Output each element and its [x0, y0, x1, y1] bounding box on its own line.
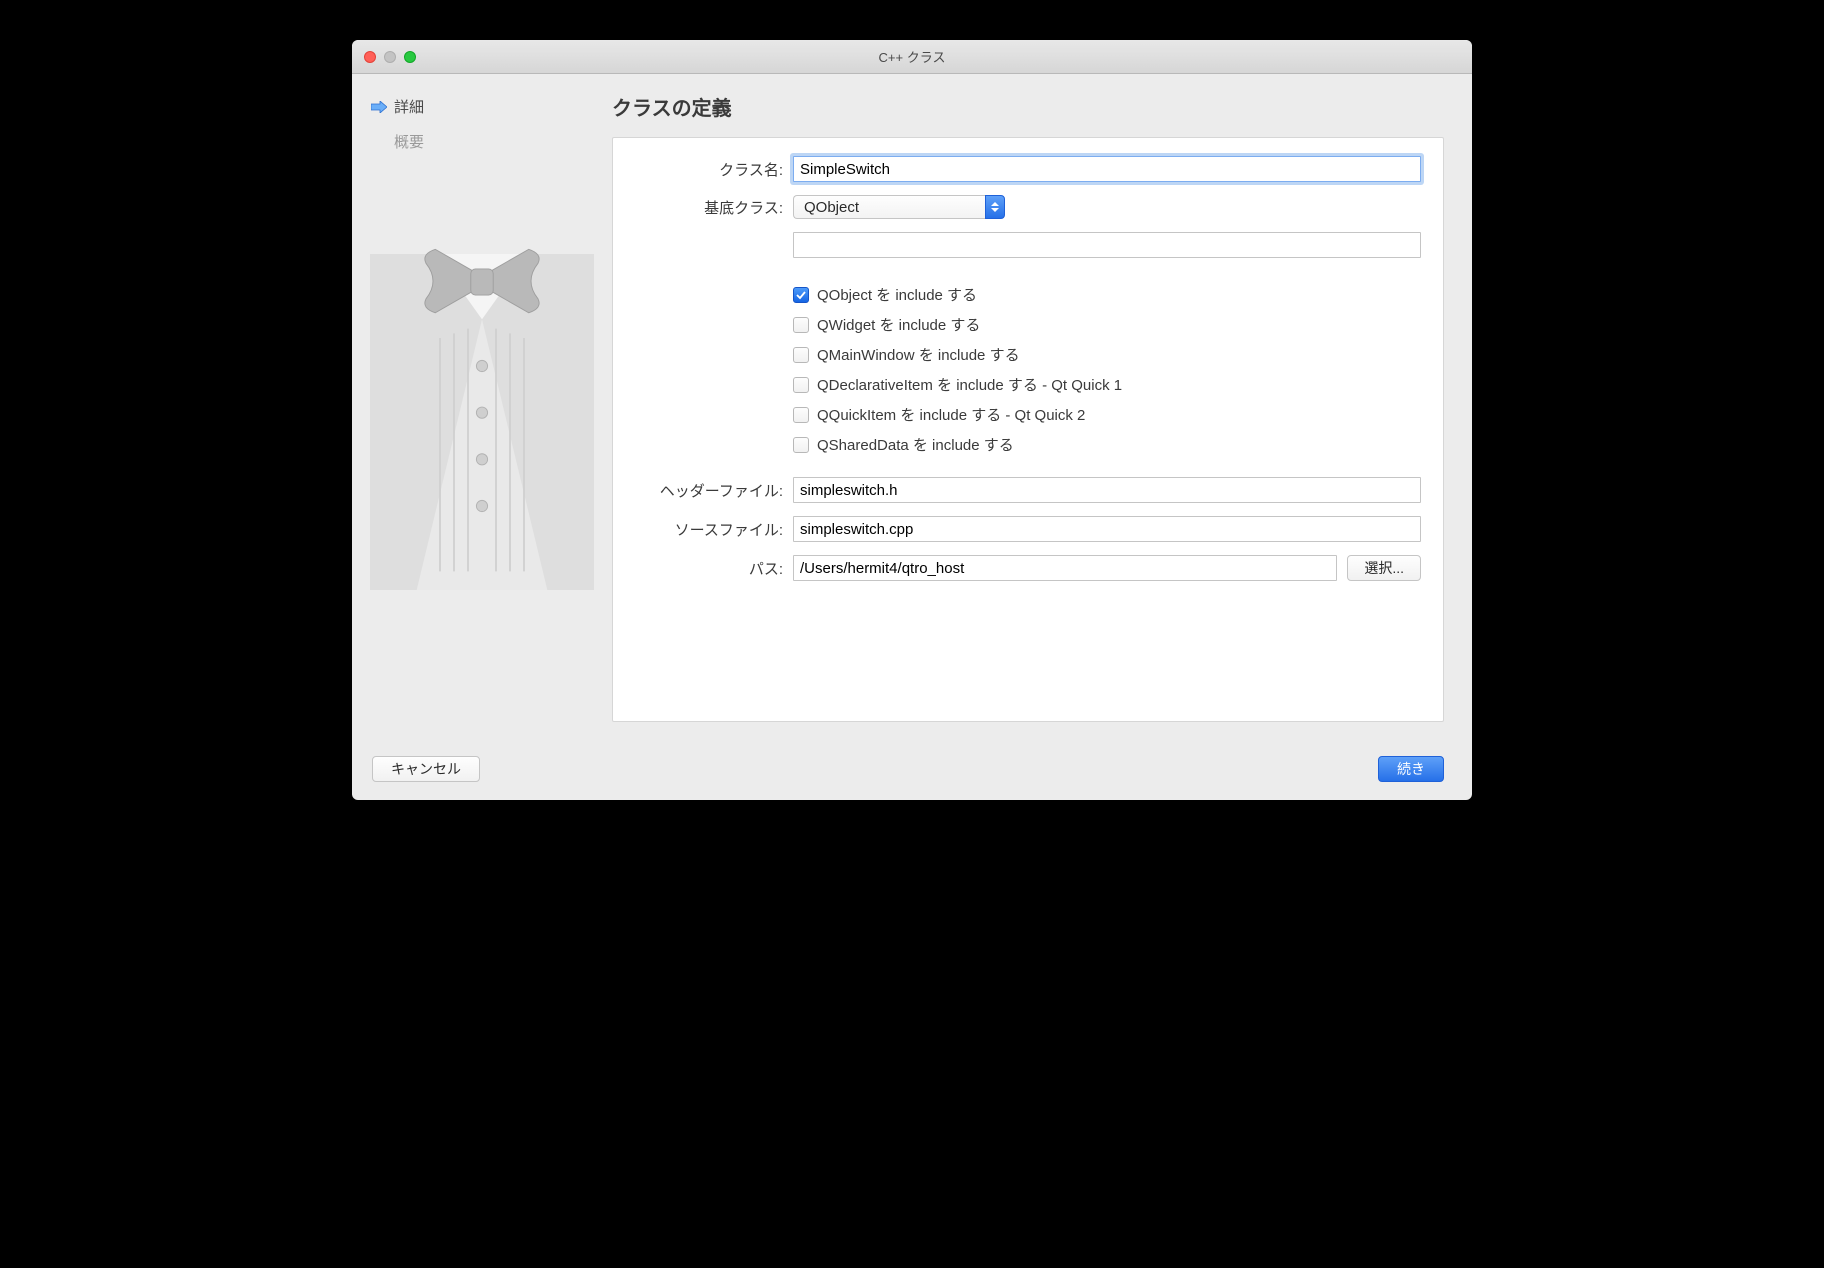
form-container: クラス名: 基底クラス: QObject — [612, 137, 1444, 722]
checkbox-label: QWidget を include する — [817, 314, 980, 335]
sidebar-step-label: 概要 — [394, 131, 424, 152]
row-extra — [635, 232, 1421, 258]
row-path: パス: 選択... — [635, 555, 1421, 581]
checkbox-qobject[interactable]: QObject を include する — [793, 284, 1421, 305]
label-header-file: ヘッダーファイル: — [635, 480, 793, 501]
header-file-input[interactable] — [793, 477, 1421, 503]
sidebar-step-label: 詳細 — [394, 96, 424, 117]
extra-input[interactable] — [793, 232, 1421, 258]
checkbox-icon — [793, 287, 809, 303]
checkbox-label: QDeclarativeItem を include する - Qt Quick… — [817, 374, 1122, 395]
checkbox-label: QQuickItem を include する - Qt Quick 2 — [817, 404, 1085, 425]
checkbox-qquickitem[interactable]: QQuickItem を include する - Qt Quick 2 — [793, 404, 1421, 425]
browse-button[interactable]: 選択... — [1347, 555, 1421, 581]
checkbox-icon — [793, 377, 809, 393]
chevron-updown-icon — [985, 195, 1005, 219]
row-source-file: ソースファイル: — [635, 516, 1421, 542]
row-base-class: 基底クラス: QObject — [635, 195, 1421, 219]
checkbox-icon — [793, 407, 809, 423]
base-class-select[interactable]: QObject — [793, 195, 1005, 219]
sidebar-decorative-image — [370, 184, 594, 720]
checkbox-qshareddata[interactable]: QSharedData を include する — [793, 434, 1421, 455]
cancel-button[interactable]: キャンセル — [372, 756, 480, 782]
continue-button[interactable]: 続き — [1378, 756, 1444, 782]
checkbox-qdeclarativeitem[interactable]: QDeclarativeItem を include する - Qt Quick… — [793, 374, 1421, 395]
checkbox-label: QObject を include する — [817, 284, 977, 305]
path-input[interactable] — [793, 555, 1337, 581]
row-class-name: クラス名: — [635, 156, 1421, 182]
checkbox-icon — [793, 317, 809, 333]
titlebar: C++ クラス — [352, 40, 1472, 74]
label-source-file: ソースファイル: — [635, 519, 793, 540]
main-panel: クラスの定義 クラス名: 基底クラス: QObject — [612, 74, 1472, 740]
sidebar-step-summary[interactable]: 概要 — [370, 129, 594, 154]
zoom-window-button[interactable] — [404, 51, 416, 63]
checkbox-qmainwindow[interactable]: QMainWindow を include する — [793, 344, 1421, 365]
wizard-window: C++ クラス 詳細 概要 — [352, 40, 1472, 800]
checkbox-label: QSharedData を include する — [817, 434, 1014, 455]
sidebar: 詳細 概要 — [352, 74, 612, 740]
sidebar-steps: 詳細 概要 — [370, 94, 594, 154]
step-indicator-arrow-icon — [370, 100, 388, 114]
minimize-window-button[interactable] — [384, 51, 396, 63]
source-file-input[interactable] — [793, 516, 1421, 542]
row-header-file: ヘッダーファイル: — [635, 477, 1421, 503]
sidebar-step-details[interactable]: 詳細 — [370, 94, 594, 119]
content-area: 詳細 概要 — [352, 74, 1472, 740]
window-title: C++ クラス — [352, 47, 1472, 66]
base-class-value: QObject — [793, 195, 985, 219]
label-path: パス: — [635, 558, 793, 579]
checkbox-icon — [793, 437, 809, 453]
checkbox-icon — [793, 347, 809, 363]
checkbox-label: QMainWindow を include する — [817, 344, 1020, 365]
checkbox-qwidget[interactable]: QWidget を include する — [793, 314, 1421, 335]
page-heading: クラスの定義 — [612, 92, 1444, 121]
class-name-input[interactable] — [793, 156, 1421, 182]
footer: キャンセル 続き — [352, 740, 1472, 800]
close-window-button[interactable] — [364, 51, 376, 63]
label-class-name: クラス名: — [635, 159, 793, 180]
traffic-lights — [352, 51, 416, 63]
label-base-class: 基底クラス: — [635, 197, 793, 218]
include-checkbox-group: QObject を include する QWidget を include す… — [793, 284, 1421, 455]
